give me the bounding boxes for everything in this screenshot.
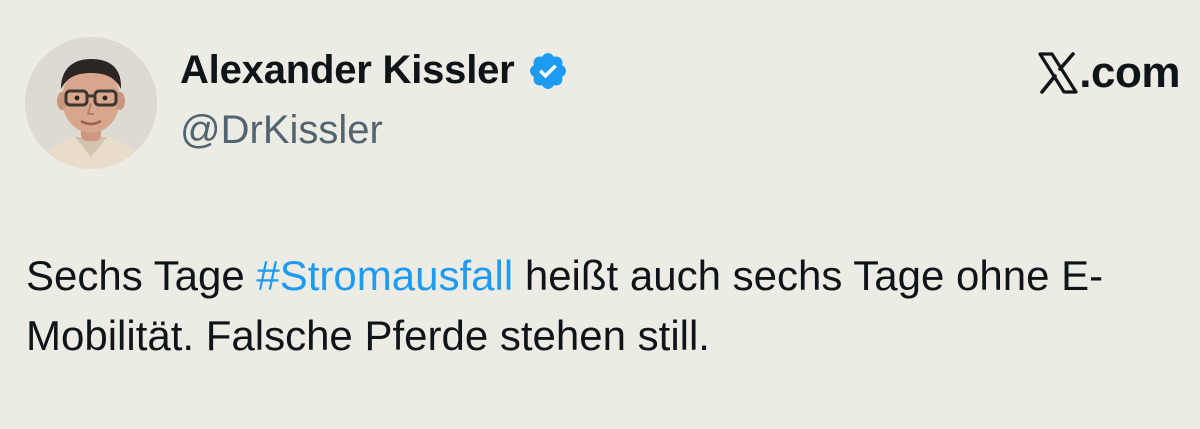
- author-row: Alexander Kissler: [180, 48, 569, 93]
- avatar[interactable]: [25, 37, 157, 169]
- tweet-text-part: Sechs Tage: [26, 252, 257, 299]
- brand-logo[interactable]: .com: [1037, 48, 1180, 98]
- tweet-card: Alexander Kissler @DrKissler .com Sechs …: [0, 0, 1200, 429]
- profile-photo: [25, 37, 157, 169]
- x-logo-icon: [1037, 51, 1079, 95]
- hashtag-link[interactable]: #Stromausfall: [256, 252, 513, 299]
- verified-badge-icon: [527, 50, 569, 92]
- brand-text: .com: [1079, 48, 1180, 97]
- author-handle[interactable]: @DrKissler: [180, 108, 383, 153]
- author-name[interactable]: Alexander Kissler: [180, 48, 515, 93]
- tweet-text: Sechs Tage #Stromausfall heißt auch sech…: [26, 246, 1186, 366]
